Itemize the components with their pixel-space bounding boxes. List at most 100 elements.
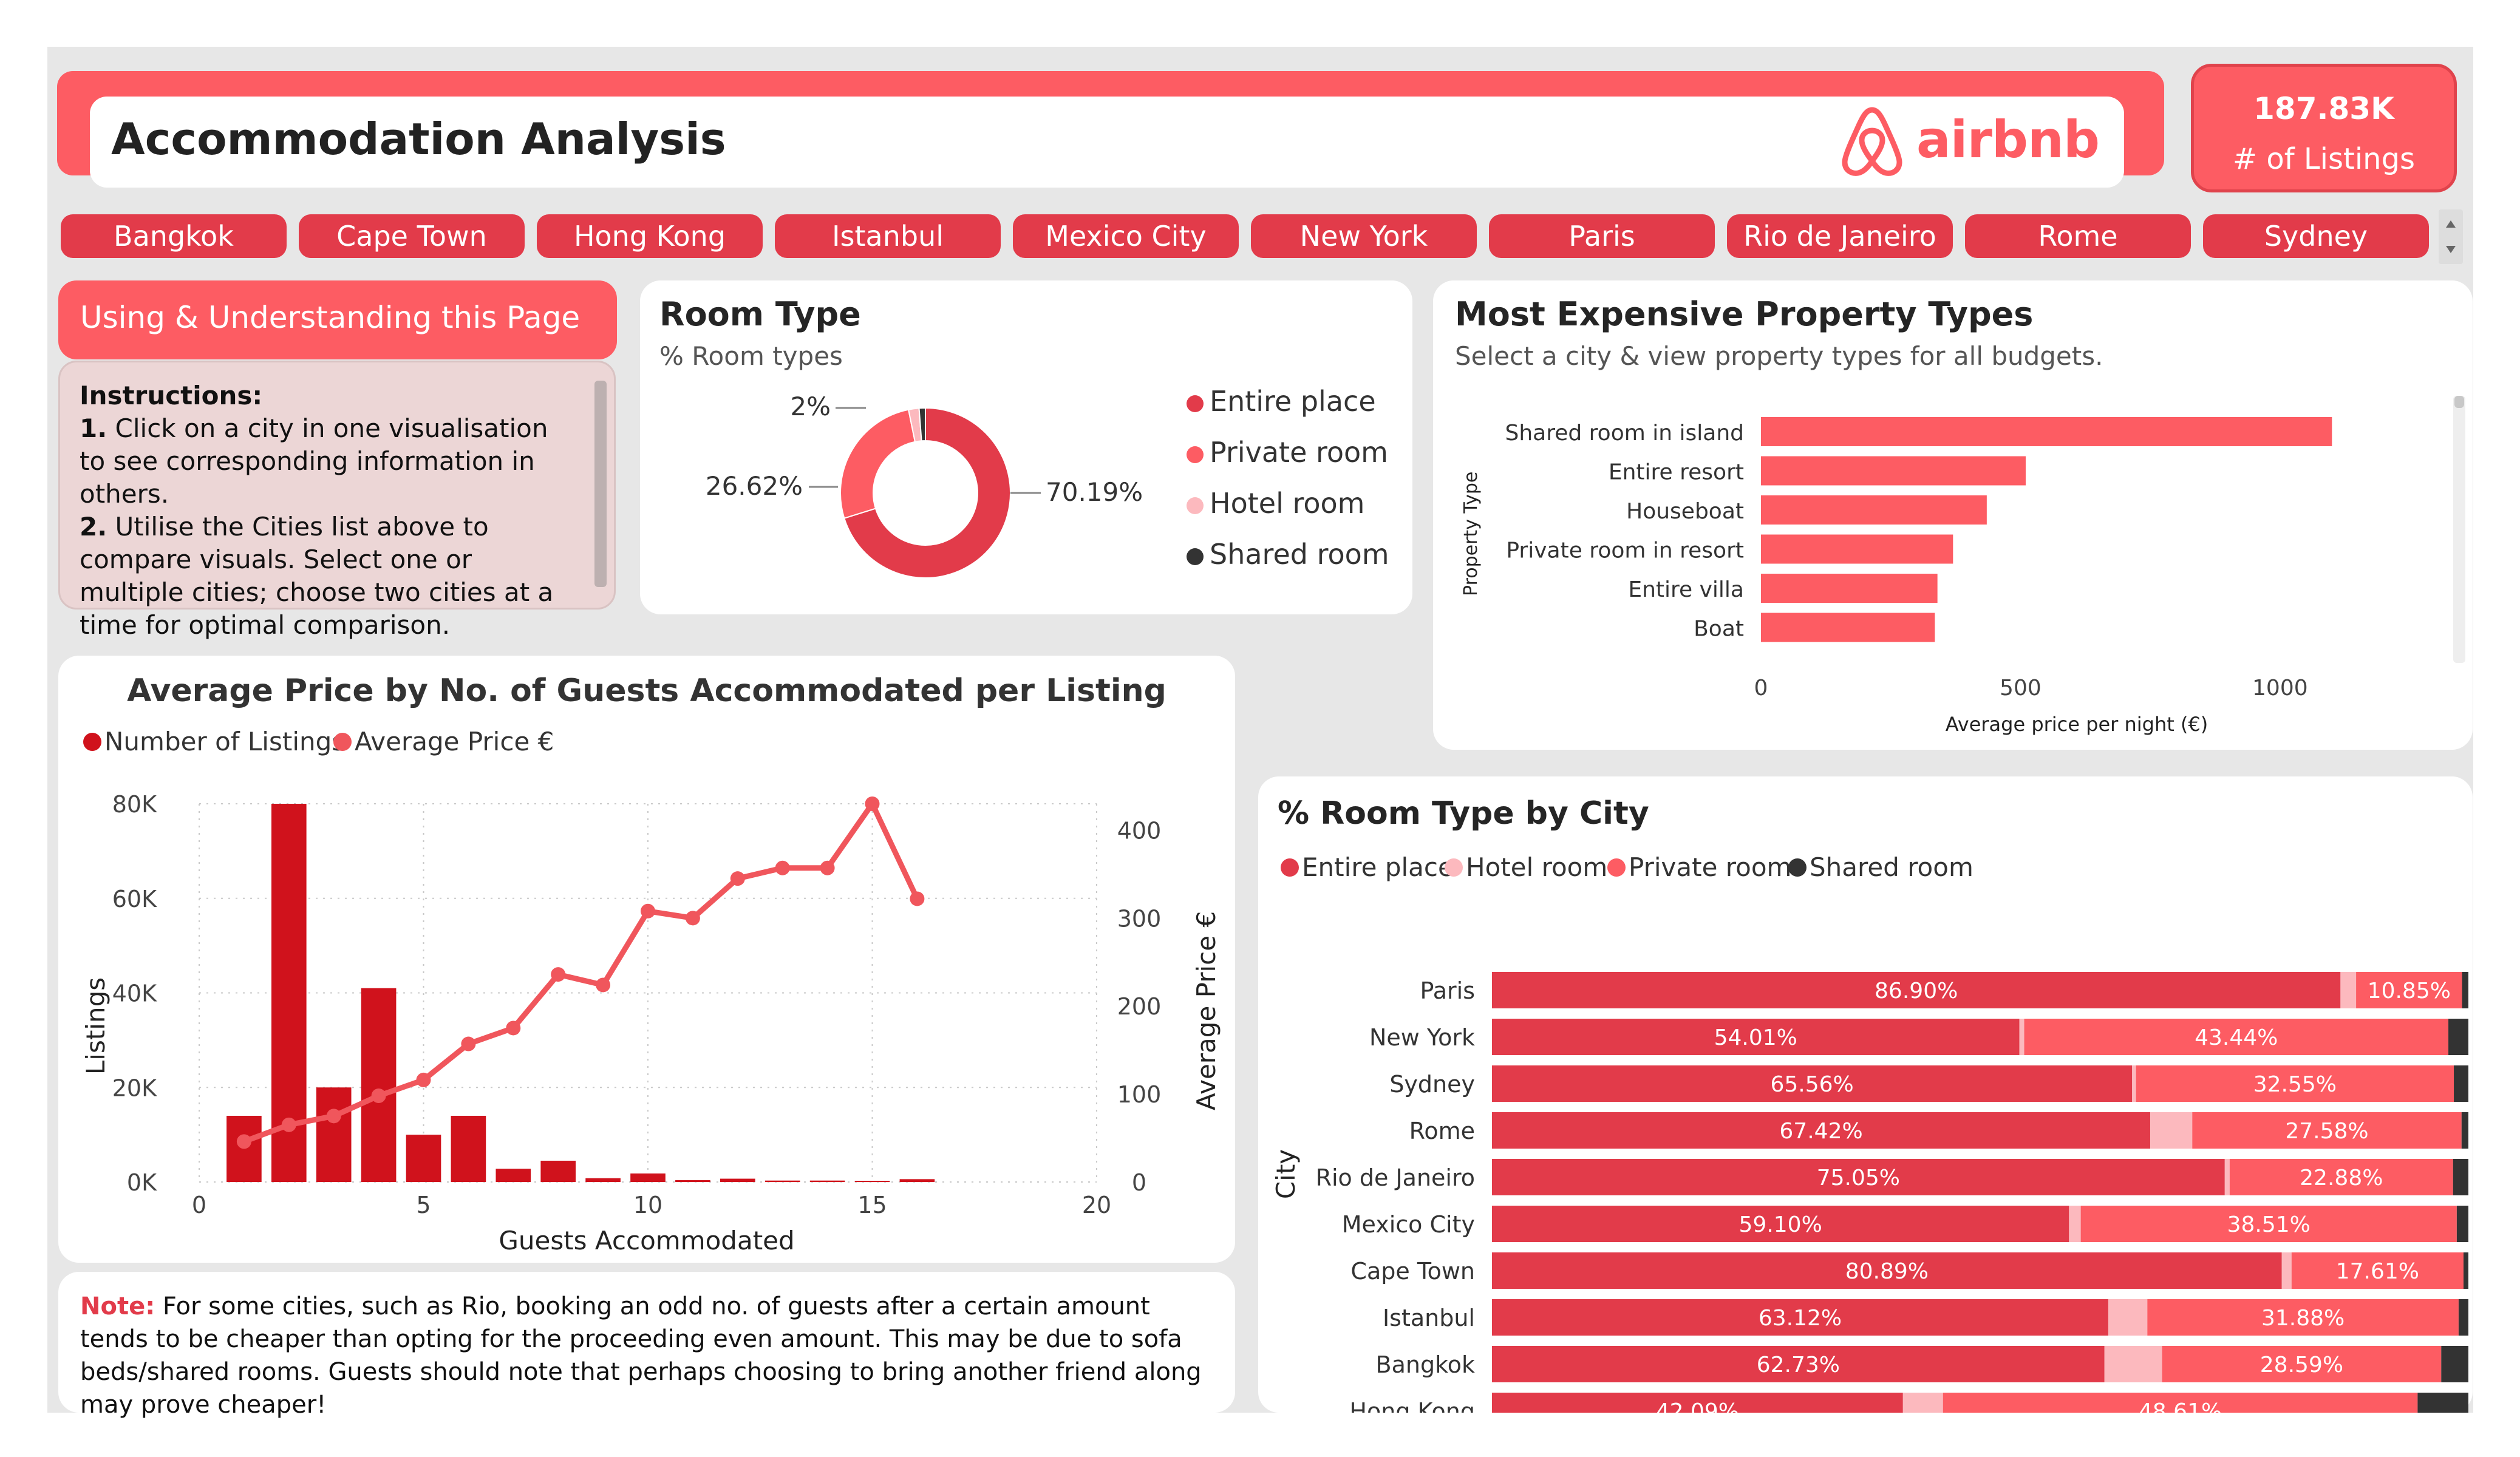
- avg-price-point[interactable]: [506, 1021, 521, 1036]
- guests-price-combo-chart: Average Price by No. of Guests Accommoda…: [81, 673, 1221, 1255]
- y2-tick-label: 400: [1117, 817, 1162, 844]
- legend-entire-place[interactable]: Entire place: [1302, 852, 1454, 882]
- segment-shared-room[interactable]: [2456, 1206, 2468, 1242]
- legend-hotel-room[interactable]: Hotel room: [1187, 487, 1364, 520]
- segment-shared-room[interactable]: [2453, 1159, 2468, 1195]
- scroll-up-icon[interactable]: [2446, 220, 2456, 228]
- listings-bar[interactable]: [765, 1180, 800, 1182]
- city-button-rome[interactable]: Rome: [1965, 214, 2191, 258]
- segment-hotel-room[interactable]: [2150, 1112, 2193, 1149]
- avg-price-point[interactable]: [461, 1036, 476, 1051]
- property-bar[interactable]: [1761, 613, 1935, 642]
- avg-price-point[interactable]: [910, 891, 925, 906]
- segment-value-label: 48.61%: [2139, 1399, 2222, 1413]
- room-type-city-chart: % Room Type by City Entire place Hotel r…: [1271, 795, 2468, 1413]
- segment-shared-room[interactable]: [2461, 1112, 2468, 1149]
- property-bar[interactable]: [1761, 417, 2332, 446]
- avg-price-point[interactable]: [685, 911, 700, 926]
- listings-bar[interactable]: [316, 1087, 352, 1182]
- legend-entire-place[interactable]: Entire place: [1187, 385, 1376, 418]
- segment-hotel-room[interactable]: [2132, 1065, 2136, 1102]
- legend-shared-room[interactable]: Shared room: [1187, 538, 1389, 571]
- guests-price-card: Average Price by No. of Guests Accommoda…: [58, 656, 1235, 1263]
- avg-price-point[interactable]: [641, 903, 655, 919]
- segment-hotel-room[interactable]: [2104, 1346, 2162, 1382]
- avg-price-point[interactable]: [236, 1134, 251, 1149]
- room-type-card: Room Type % Room types 70.19% 26.62% 2% …: [640, 280, 1412, 614]
- segment-hotel-room[interactable]: [2281, 1252, 2292, 1289]
- segment-value-label: 63.12%: [1759, 1306, 1842, 1331]
- donut-slice-private-room[interactable]: [840, 409, 916, 519]
- avg-price-point[interactable]: [820, 860, 835, 875]
- segment-value-label: 59.10%: [1739, 1212, 1822, 1237]
- listings-bar[interactable]: [585, 1178, 621, 1182]
- avg-price-point[interactable]: [371, 1089, 386, 1104]
- legend-average-price[interactable]: Average Price €: [355, 727, 554, 756]
- segment-hotel-room[interactable]: [2224, 1159, 2230, 1195]
- segment-value-label: 42.09%: [1656, 1399, 1739, 1413]
- city-button-cape-town[interactable]: Cape Town: [299, 214, 525, 258]
- city-button-mexico-city[interactable]: Mexico City: [1013, 214, 1239, 258]
- city-button-new-york[interactable]: New York: [1251, 214, 1477, 258]
- property-bar[interactable]: [1761, 574, 1938, 603]
- segment-shared-room[interactable]: [2441, 1346, 2468, 1382]
- segment-hotel-room[interactable]: [2108, 1299, 2148, 1336]
- listings-bar[interactable]: [451, 1115, 486, 1182]
- segment-shared-room[interactable]: [2458, 1299, 2468, 1336]
- instructions-scrollbar[interactable]: [594, 381, 607, 587]
- segment-shared-room[interactable]: [2417, 1393, 2468, 1413]
- property-bar[interactable]: [1761, 456, 2026, 486]
- property-bar[interactable]: [1761, 534, 1953, 564]
- listings-bar[interactable]: [675, 1180, 710, 1182]
- avg-price-point[interactable]: [416, 1072, 431, 1087]
- listings-bar[interactable]: [406, 1135, 441, 1182]
- listings-bar[interactable]: [630, 1173, 666, 1182]
- city-button-rio-de-janeiro[interactable]: Rio de Janeiro: [1727, 214, 1953, 258]
- listings-bar[interactable]: [854, 1181, 890, 1182]
- segment-hotel-room[interactable]: [1902, 1393, 1943, 1413]
- city-button-bangkok[interactable]: Bangkok: [61, 214, 287, 258]
- avg-price-point[interactable]: [775, 860, 790, 875]
- note-text: Note: For some cities, such as Rio, book…: [80, 1290, 1210, 1421]
- avg-price-point[interactable]: [281, 1117, 296, 1132]
- scroll-down-icon[interactable]: [2446, 246, 2456, 253]
- legend-number-of-listings[interactable]: Number of Listings: [104, 727, 345, 756]
- segment-hotel-room[interactable]: [2069, 1206, 2081, 1242]
- avg-price-point[interactable]: [865, 796, 880, 811]
- legend-private-room[interactable]: Private room: [1629, 852, 1791, 882]
- step2-number: 2.: [80, 512, 107, 542]
- slicer-scrollbar[interactable]: [2439, 209, 2463, 264]
- listings-bar[interactable]: [361, 988, 397, 1182]
- avg-price-point[interactable]: [730, 871, 745, 886]
- y2-tick-label: 0: [1132, 1169, 1146, 1196]
- listings-bar[interactable]: [226, 1115, 262, 1182]
- segment-shared-room[interactable]: [2462, 972, 2468, 1008]
- avg-price-axis-label: Average Price €: [1191, 911, 1221, 1110]
- legend-shared-room[interactable]: Shared room: [1810, 852, 1973, 882]
- segment-shared-room[interactable]: [2454, 1065, 2468, 1102]
- segment-hotel-room[interactable]: [2019, 1019, 2025, 1055]
- avg-price-point[interactable]: [551, 967, 566, 982]
- segment-hotel-room[interactable]: [2340, 972, 2357, 1008]
- listings-bar[interactable]: [495, 1169, 531, 1182]
- listings-bar[interactable]: [540, 1160, 576, 1182]
- city-button-istanbul[interactable]: Istanbul: [775, 214, 1001, 258]
- avg-price-point[interactable]: [596, 977, 611, 993]
- listings-bar[interactable]: [809, 1180, 845, 1182]
- city-label: Sydney: [1389, 1071, 1475, 1098]
- listings-bar[interactable]: [720, 1178, 755, 1182]
- city-button-sydney[interactable]: Sydney: [2203, 214, 2429, 258]
- city-label: Hong Kong: [1349, 1398, 1475, 1413]
- segment-shared-room[interactable]: [2448, 1019, 2468, 1055]
- segment-shared-room[interactable]: [2463, 1252, 2468, 1289]
- property-scrollbar-thumb[interactable]: [2454, 396, 2464, 408]
- avg-price-point[interactable]: [326, 1109, 341, 1124]
- legend-hotel-room[interactable]: Hotel room: [1466, 852, 1607, 882]
- city-button-hong-kong[interactable]: Hong Kong: [537, 214, 763, 258]
- listings-bar[interactable]: [899, 1179, 935, 1182]
- avg-price-axis-label: Average price per night (€): [1946, 713, 2208, 736]
- legend-private-room[interactable]: Private room: [1187, 436, 1388, 469]
- property-scrollbar[interactable]: [2453, 396, 2465, 663]
- property-bar[interactable]: [1761, 495, 1987, 525]
- city-button-paris[interactable]: Paris: [1489, 214, 1715, 258]
